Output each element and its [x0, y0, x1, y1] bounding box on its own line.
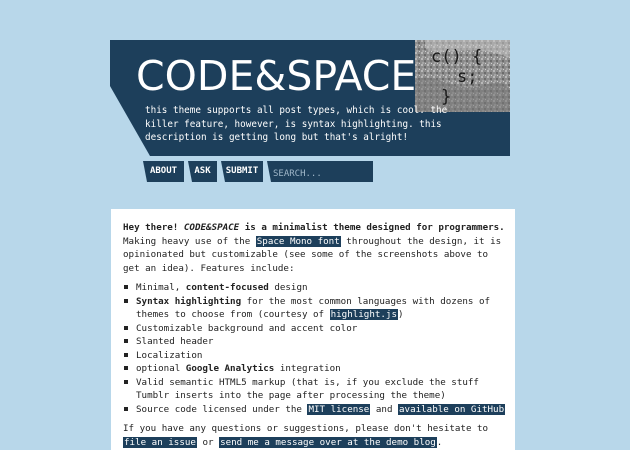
search-input[interactable]: [267, 163, 369, 182]
avatar-code-line-2: s;: [457, 67, 477, 87]
nav-submit-button[interactable]: SUBMIT: [221, 161, 263, 182]
demo-blog-message-link[interactable]: send me a message over at the demo blog: [219, 436, 437, 448]
site-header: c() { s; } CODE&SPACE this theme support…: [110, 40, 510, 156]
avatar[interactable]: c() { s; }: [415, 40, 510, 112]
features-list: Minimal, content-focused design Syntax h…: [123, 281, 507, 416]
nav-about-button[interactable]: ABOUT: [143, 161, 184, 182]
list-item: Syntax highlighting for the most common …: [124, 295, 507, 322]
file-issue-link[interactable]: file an issue: [123, 436, 197, 448]
intro-bold-text: is a minimalist theme designed for progr…: [239, 222, 505, 233]
mit-license-link[interactable]: MIT license: [307, 403, 371, 415]
space-mono-font-link[interactable]: Space Mono font: [255, 235, 341, 247]
site-logo[interactable]: CODE&SPACE: [136, 54, 416, 98]
github-link[interactable]: available on GitHub: [398, 403, 506, 415]
list-item: Source code licensed under the MIT licen…: [124, 403, 507, 417]
post-card: Hey there! CODE&SPACE is a minimalist th…: [111, 209, 515, 450]
list-item: Customizable background and accent color: [124, 322, 507, 336]
site-description: this theme supports all post types, whic…: [145, 105, 448, 143]
list-item: optional Google Analytics integration: [124, 362, 507, 376]
highlightjs-link[interactable]: highlight.js: [329, 309, 398, 320]
list-item: Minimal, content-focused design: [124, 281, 507, 295]
list-item: Slanted header: [124, 335, 507, 349]
search-box: [267, 161, 373, 182]
list-item: Localization: [124, 349, 507, 363]
intro-paragraph: Hey there! CODE&SPACE is a minimalist th…: [123, 221, 507, 275]
brand-name: CODE&SPACE: [183, 222, 240, 233]
list-item: Valid semantic HTML5 markup (that is, if…: [124, 376, 507, 403]
greeting-text: Hey there!: [123, 222, 179, 233]
intro-text-1: Making heavy use of the: [123, 235, 256, 247]
avatar-code-line-1: c() {: [431, 47, 482, 67]
post-body: Hey there! CODE&SPACE is a minimalist th…: [123, 221, 507, 450]
outro-paragraph: If you have any questions or suggestions…: [123, 423, 489, 448]
nav-ask-button[interactable]: ASK: [188, 161, 217, 182]
